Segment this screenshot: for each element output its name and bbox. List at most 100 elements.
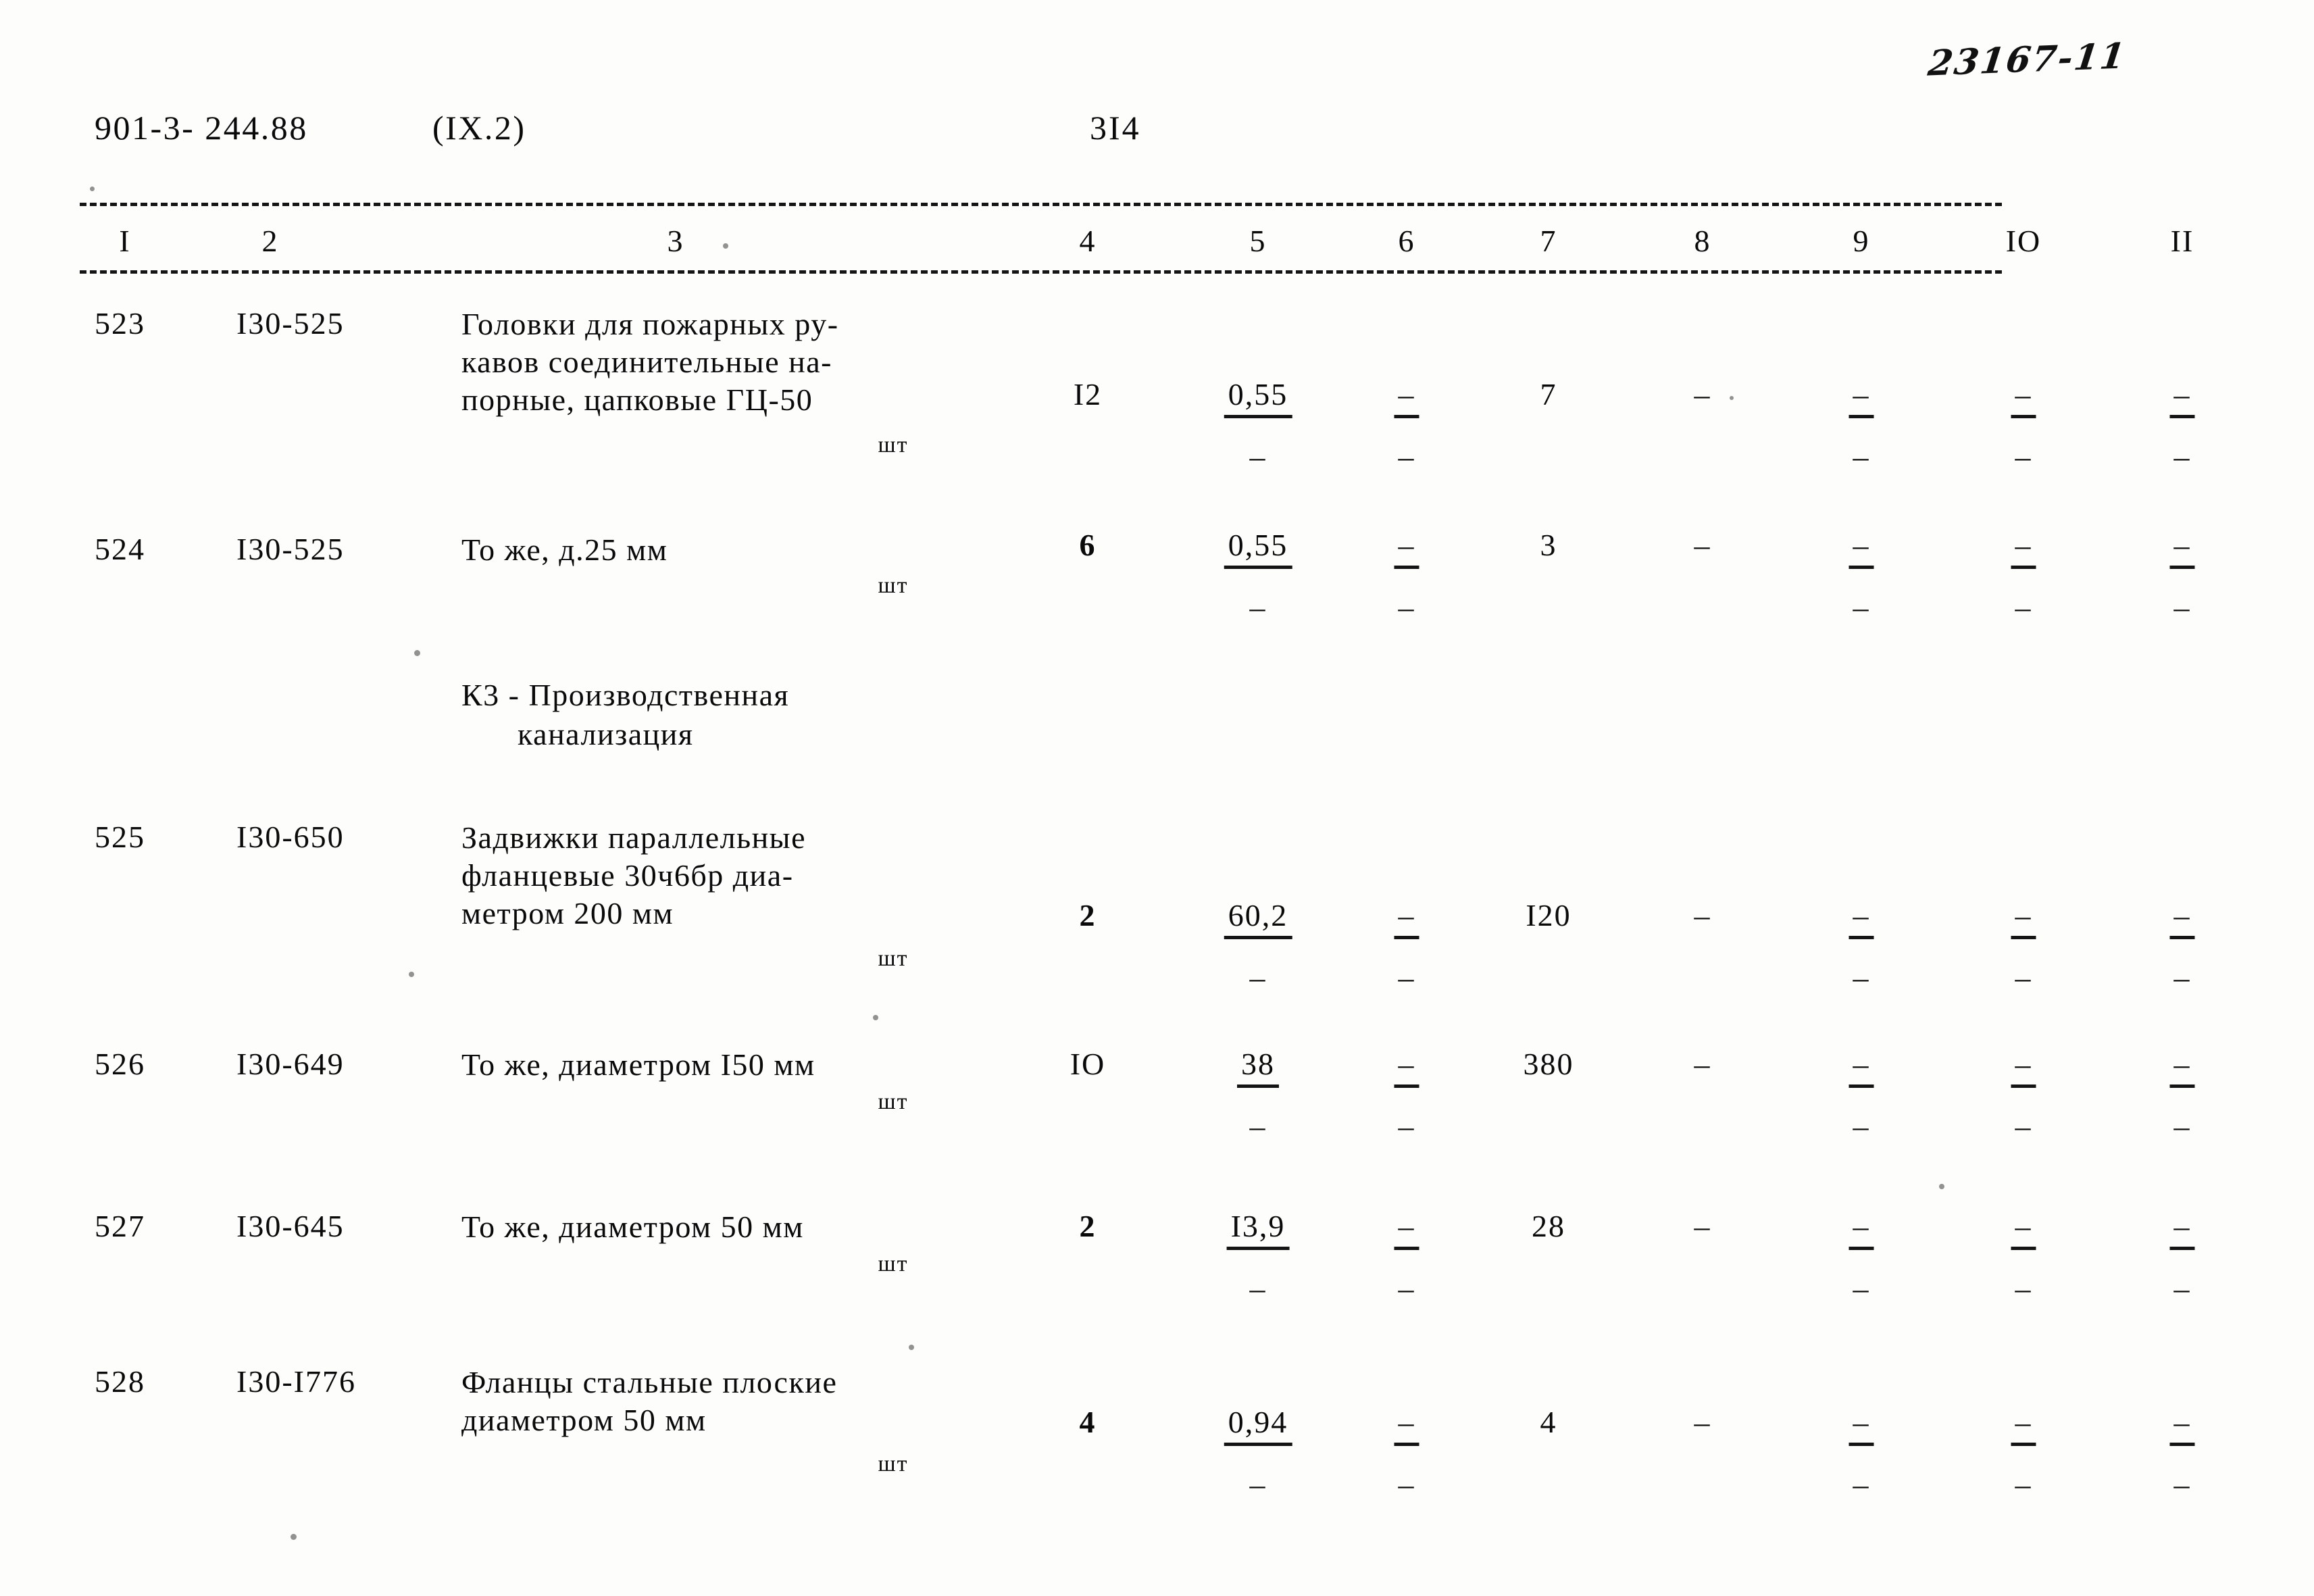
row-item-name: То же, диаметром I50 мм (461, 1046, 995, 1084)
section-heading-line: К3 - Производственная (461, 678, 790, 712)
row-position: 524 (95, 532, 145, 566)
row-col5-denominator: – (1249, 960, 1267, 995)
row-item-code: I30-649 (236, 1047, 345, 1081)
row-item-code: I30-525 (236, 306, 345, 341)
row-col7-value: 7 (1540, 377, 1557, 412)
row-col6-denominator: – (1398, 439, 1415, 474)
row-col8-value: – (1694, 528, 1711, 562)
row-col5-numerator: 60,2 (1224, 897, 1292, 939)
row-col9-denominator: – (1853, 1271, 1870, 1305)
column-header-11: II (2170, 224, 2194, 258)
row-col5-denominator: – (1249, 439, 1267, 474)
row-item-name-line: метром 200 мм (461, 896, 674, 930)
row-col7-value: 4 (1540, 1405, 1557, 1439)
row-col5-denominator: – (1249, 1271, 1267, 1305)
row-col5-denominator: – (1249, 1109, 1267, 1143)
row-col6-numerator: – (1394, 1404, 1419, 1446)
column-header-7: 7 (1540, 224, 1557, 258)
row-item-name-line: диаметром 50 мм (461, 1403, 707, 1437)
row-col7-value: I20 (1526, 898, 1571, 932)
row-item-name: То же, диаметром 50 мм (461, 1208, 995, 1246)
page-number: 3I4 (1090, 109, 1141, 147)
row-col5-numerator: 0,55 (1224, 527, 1292, 569)
row-col10-denominator: – (2015, 1467, 2032, 1501)
row-col10-numerator: – (2011, 1208, 2036, 1250)
row-col10-numerator: – (2011, 1046, 2036, 1088)
row-col9-fraction: – – (1848, 376, 1874, 474)
row-col9-numerator: – (1848, 1404, 1874, 1446)
column-header-5: 5 (1249, 224, 1267, 258)
row-item-name: Задвижки параллельные фланцевые 30ч6бр д… (461, 819, 995, 932)
row-col10-numerator: – (2011, 1404, 2036, 1446)
row-col11-fraction: – – (2169, 1208, 2195, 1306)
row-unit: шт (878, 573, 909, 598)
row-col4-quantity: IO (1070, 1047, 1106, 1081)
row-position: 528 (95, 1364, 145, 1399)
row-col9-numerator: – (1848, 376, 1874, 418)
row-col4-quantity: 2 (1079, 898, 1097, 932)
row-item-name: То же, д.25 мм (461, 531, 995, 569)
row-col11-numerator: – (2169, 376, 2195, 418)
row-col10-numerator: – (2011, 527, 2036, 569)
document-section-reference: (IX.2) (432, 109, 526, 147)
section-heading: К3 - Производственная канализация (461, 676, 1137, 754)
row-col10-denominator: – (2015, 960, 2032, 995)
row-col8-value: – (1694, 898, 1711, 932)
row-col6-fraction: – – (1394, 376, 1419, 474)
row-col11-numerator: – (2169, 897, 2195, 939)
row-item-name: Головки для пожарных ру- кавов соедините… (461, 305, 995, 419)
row-col11-fraction: – – (2169, 1404, 2195, 1502)
row-col9-fraction: – – (1848, 1208, 1874, 1306)
scan-speckle (291, 1534, 297, 1540)
row-col7-value: 3 (1540, 528, 1557, 562)
row-item-name-line: То же, диаметром I50 мм (461, 1047, 815, 1082)
row-unit: шт (878, 1451, 909, 1476)
scan-speckle (873, 1015, 878, 1020)
row-item-code: I30-650 (236, 820, 345, 854)
scan-speckle (723, 243, 728, 249)
row-col11-fraction: – – (2169, 1046, 2195, 1144)
row-position: 526 (95, 1047, 145, 1081)
row-col6-numerator: – (1394, 376, 1419, 418)
column-header-8: 8 (1694, 224, 1711, 258)
row-col4-quantity: 4 (1079, 1405, 1097, 1439)
row-item-code: I30-645 (236, 1209, 345, 1243)
row-col11-numerator: – (2169, 527, 2195, 569)
row-col8-value: – (1694, 1047, 1711, 1081)
row-item-name-line: порные, цапковые ГЦ-50 (461, 382, 813, 417)
row-col5-fraction: 60,2 – (1224, 897, 1292, 995)
row-col9-denominator: – (1853, 590, 1870, 624)
row-item-code: I30-525 (236, 532, 345, 566)
row-col8-value: – (1694, 377, 1711, 412)
row-col5-fraction: 0,94 – (1224, 1404, 1292, 1502)
row-col10-fraction: – – (2011, 1046, 2036, 1144)
row-col11-numerator: – (2169, 1404, 2195, 1446)
row-col10-fraction: – – (2011, 376, 2036, 474)
row-col6-fraction: – – (1394, 1404, 1419, 1502)
row-col9-fraction: – – (1848, 897, 1874, 995)
row-col4-quantity: 2 (1079, 1209, 1097, 1243)
scan-speckle (1939, 1184, 1944, 1189)
row-item-name-line: То же, диаметром 50 мм (461, 1210, 804, 1244)
row-col10-denominator: – (2015, 1109, 2032, 1143)
column-header-4: 4 (1079, 224, 1097, 258)
row-col9-fraction: – – (1848, 527, 1874, 625)
row-col10-fraction: – – (2011, 897, 2036, 995)
row-unit: шт (878, 432, 909, 457)
column-header-6: 6 (1398, 224, 1415, 258)
row-col5-fraction: I3,9 – (1226, 1208, 1290, 1306)
row-item-name-line: То же, д.25 мм (461, 532, 668, 567)
row-col6-numerator: – (1394, 1046, 1419, 1088)
column-header-10: IO (2005, 224, 2042, 258)
row-col10-denominator: – (2015, 590, 2032, 624)
row-col11-denominator: – (2173, 1271, 2191, 1305)
row-col5-numerator: 0,55 (1224, 376, 1292, 418)
row-col11-denominator: – (2173, 1467, 2191, 1501)
row-col6-numerator: – (1394, 1208, 1419, 1250)
row-position: 523 (95, 306, 145, 341)
row-col9-denominator: – (1853, 1109, 1870, 1143)
scan-speckle (90, 186, 95, 191)
row-item-code: I30-I776 (236, 1364, 356, 1399)
row-col10-numerator: – (2011, 897, 2036, 939)
row-col6-numerator: – (1394, 897, 1419, 939)
